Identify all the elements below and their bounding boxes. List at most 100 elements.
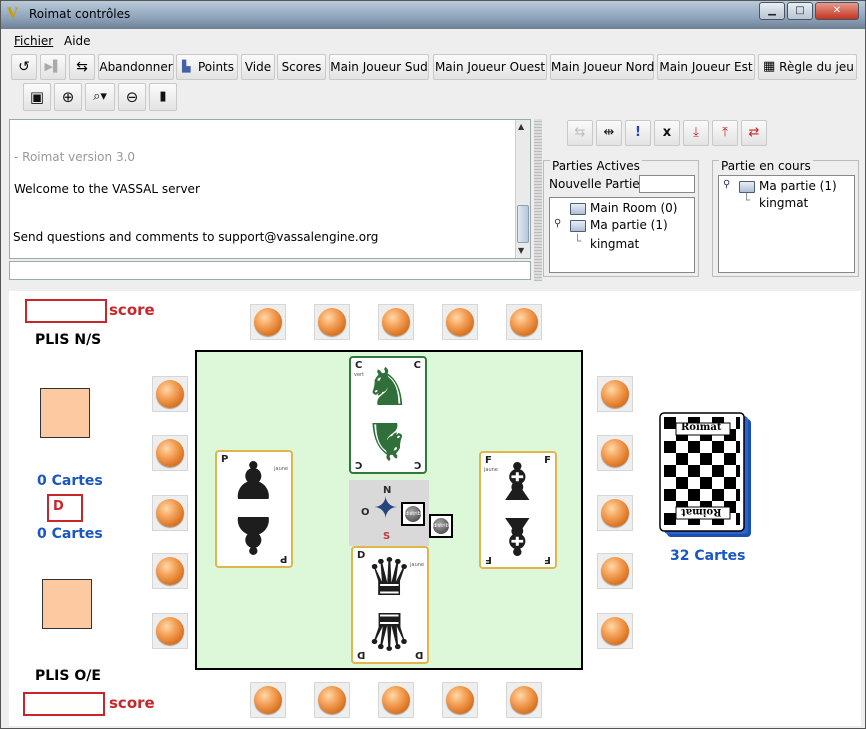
north-hand-button[interactable]: Main Joueur Nord [550,54,654,80]
traffic-light-icon[interactable]: ▮ [149,83,177,111]
distrib-button-a[interactable]: distrib [401,502,425,526]
token-slot[interactable] [442,682,478,718]
orange-token[interactable] [601,557,629,585]
orange-token[interactable] [510,686,538,714]
east-hand-button[interactable]: Main Joueur Est [657,54,755,80]
game-board[interactable]: score PLIS N/S 0 Cartes D 0 Cartes PLIS … [9,291,861,726]
card-east[interactable]: F F jaune ♝ ♝ F F [479,451,557,569]
camera-icon[interactable]: ▣ [23,83,51,111]
card-north[interactable]: C C vert ♞ ♞ C C [349,356,427,474]
chat-input[interactable] [9,261,531,280]
token-slot[interactable] [597,435,633,471]
chat-scrollbar[interactable]: ▲ ▼ [515,120,530,258]
scroll-up-icon[interactable]: ▲ [518,122,524,131]
new-game-input[interactable] [639,175,695,193]
orange-token[interactable] [601,499,629,527]
zoom-in-icon[interactable]: ⊕ [54,83,82,111]
token-slot[interactable] [506,304,542,340]
abandon-button[interactable]: Abandonner [98,54,174,80]
upload-tray-icon[interactable]: ⤒ [712,120,738,146]
alert-icon[interactable]: ! [625,120,651,146]
token-slot[interactable] [378,304,414,340]
rules-button[interactable]: ▦ Règle du jeu [758,54,857,80]
empty-button[interactable]: Vide [241,54,275,80]
tricks-pile-ns[interactable] [40,388,90,438]
swap-arrows-icon[interactable]: ⇆ [69,54,95,80]
scroll-thumb[interactable] [517,205,529,243]
token-slot[interactable] [597,613,633,649]
orange-token[interactable] [318,308,346,336]
orange-token[interactable] [156,557,184,585]
orange-token[interactable] [446,686,474,714]
token-slot[interactable] [152,495,188,531]
token-slot[interactable] [250,682,286,718]
maximize-button[interactable]: □ [787,2,813,20]
token-slot[interactable] [378,682,414,718]
tree-room-game[interactable]: Ma partie (1) [590,218,668,232]
play-table[interactable]: C C vert ♞ ♞ C C P jaune ♟ ♟ P F F jaune [195,350,583,670]
swap-disabled-icon[interactable]: ⇆ [567,120,593,146]
minimize-button[interactable]: ▁ [759,2,785,20]
tricks-pile-oe[interactable] [42,579,92,629]
orange-token[interactable] [601,439,629,467]
token-slot[interactable] [597,495,633,531]
score-box-oe[interactable] [23,692,105,716]
token-slot[interactable] [506,682,542,718]
distrib-button-b[interactable]: distrib [429,514,453,538]
points-button[interactable]: ▙ Points [176,54,238,80]
card-deck[interactable]: Roimat Roimat [659,411,751,541]
orange-token[interactable] [254,686,282,714]
orange-token[interactable] [156,380,184,408]
orange-token[interactable] [156,617,184,645]
close-x-icon[interactable]: x [654,120,680,146]
tree-room-main[interactable]: Main Room (0) [590,201,677,215]
orange-token[interactable] [318,686,346,714]
step-forward-icon[interactable]: ▶▌ [40,54,66,80]
token-slot[interactable] [250,304,286,340]
current-player[interactable]: kingmat [759,196,808,210]
token-slot[interactable] [152,613,188,649]
token-slot[interactable] [442,304,478,340]
close-button[interactable]: ✕ [815,2,859,20]
token-slot[interactable] [152,435,188,471]
token-slot[interactable] [152,553,188,589]
title-bar[interactable]: V Roimat contrôles ▁ □ ✕ [1,1,865,29]
current-room[interactable]: Ma partie (1) [759,179,837,193]
undo-icon[interactable]: ↺ [11,54,37,80]
orange-token[interactable] [382,308,410,336]
tree-player[interactable]: kingmat [590,237,639,251]
orange-token[interactable] [446,308,474,336]
scroll-down-icon[interactable]: ▼ [518,246,524,255]
token-slot[interactable] [314,682,350,718]
scores-button[interactable]: Scores [277,54,326,80]
zoom-out-icon[interactable]: ⊖ [118,83,146,111]
card-south[interactable]: D jaune ♛ ♛ D D [351,546,429,664]
current-game-tree[interactable]: ⚲ Ma partie (1) └ kingmat [718,175,855,273]
sync-arrows-icon[interactable]: ⇄ [741,120,767,146]
south-hand-button[interactable]: Main Joueur Sud [329,54,429,80]
orange-token[interactable] [601,380,629,408]
download-tray-icon[interactable]: ⤓ [683,120,709,146]
menu-help[interactable]: Aide [64,34,91,48]
token-slot[interactable] [314,304,350,340]
split-pane-divider[interactable] [534,119,542,281]
token-slot[interactable] [597,553,633,589]
token-slot[interactable] [597,376,633,412]
token-slot[interactable] [152,376,188,412]
tree-expand-icon[interactable]: ⚲ [723,179,730,190]
west-hand-button[interactable]: Main Joueur Ouest [433,54,547,80]
orange-token[interactable] [601,617,629,645]
orange-token[interactable] [254,308,282,336]
active-games-tree[interactable]: Main Room (0) ⚲ Ma partie (1) └ kingmat [549,197,695,273]
tree-expand-icon[interactable]: ⚲ [554,218,561,229]
orange-token[interactable] [382,686,410,714]
card-west[interactable]: P jaune ♟ ♟ P [215,450,293,568]
menu-file[interactable]: Fichier [14,34,53,48]
orange-token[interactable] [510,308,538,336]
chat-log[interactable]: - Roimat version 3.0 Welcome to the VASS… [9,119,531,259]
dealer-marker[interactable]: D [47,494,83,522]
zoom-menu-icon[interactable]: ⌕▾ [85,83,115,111]
orange-token[interactable] [156,499,184,527]
split-tracks-icon[interactable]: ⇹ [596,120,622,146]
score-box-ns[interactable] [25,299,107,323]
